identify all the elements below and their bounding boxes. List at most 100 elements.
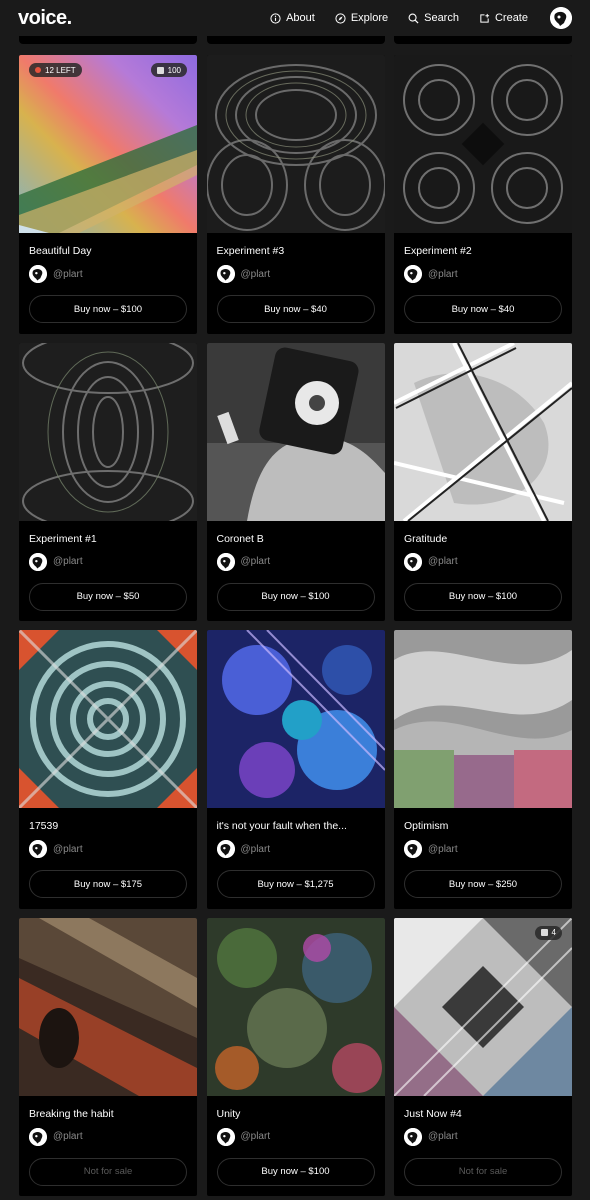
creator-link[interactable]: @plart — [216, 1127, 270, 1146]
remaining-badge-text: 12 LEFT — [45, 65, 76, 75]
creator-avatar — [29, 552, 47, 571]
artwork-card[interactable]: Optimism @plart Buy now – $250 — [394, 630, 572, 909]
artwork-card[interactable]: Gratitude @plart Buy now – $100 — [394, 342, 572, 621]
creator-avatar — [29, 265, 47, 283]
creator-link[interactable]: @plart — [404, 552, 458, 571]
voice-logo[interactable]: voice. — [18, 7, 72, 30]
nav-about-label: About — [286, 12, 315, 24]
creator-link[interactable]: @plart — [216, 265, 270, 283]
creator-handle: @plart — [240, 843, 271, 855]
artwork-card[interactable]: Experiment #3 @plart Buy now – $40 — [206, 55, 385, 334]
artwork-title[interactable]: Just Now #4 — [404, 1108, 562, 1120]
creator-avatar — [404, 1127, 422, 1146]
artwork-title[interactable]: Experiment #1 — [29, 533, 187, 545]
buy-now-button[interactable]: Buy now – $50 — [29, 582, 187, 611]
artwork-image[interactable] — [206, 55, 385, 233]
artwork-card[interactable]: Experiment #2 @plart Buy now – $40 — [394, 55, 572, 334]
artwork-image[interactable]: 12 LEFT 100 — [19, 55, 197, 233]
nav-about[interactable]: About — [270, 12, 315, 24]
artwork-image[interactable] — [19, 342, 197, 521]
previous-row-card-edge — [206, 36, 385, 44]
creator-avatar — [216, 265, 235, 283]
creator-link[interactable]: @plart — [29, 265, 83, 283]
artwork-card[interactable]: Experiment #1 @plart Buy now – $50 — [19, 342, 197, 621]
buy-now-button[interactable]: Buy now – $175 — [29, 870, 187, 898]
creator-link[interactable]: @plart — [29, 1127, 83, 1146]
artwork-title[interactable]: Gratitude — [404, 533, 562, 545]
artwork-grid: 12 LEFT 100 Beautiful Day @plart Buy now… — [19, 55, 572, 1196]
artwork-card[interactable]: 17539 @plart Buy now – $175 — [19, 630, 197, 909]
nav-search[interactable]: Search — [408, 12, 459, 24]
artwork-title[interactable]: Unity — [217, 1108, 375, 1120]
artwork-image[interactable] — [206, 917, 385, 1096]
nav-create-label: Create — [494, 12, 528, 24]
edition-badge: 100 — [150, 63, 187, 77]
main-nav: About Explore Search Create — [270, 12, 528, 24]
creator-handle: @plart — [53, 268, 83, 280]
artwork-title[interactable]: it's not your fault when the... — [217, 820, 375, 832]
remaining-badge: 12 LEFT — [29, 63, 82, 77]
creator-avatar — [29, 840, 47, 858]
artwork-image[interactable] — [394, 55, 572, 233]
not-for-sale-button: Not for sale — [404, 1157, 562, 1186]
creator-link[interactable]: @plart — [29, 552, 83, 571]
creator-link[interactable]: @plart — [29, 840, 83, 858]
artwork-card[interactable]: Unity @plart Buy now – $100 — [206, 917, 385, 1196]
buy-now-button[interactable]: Buy now – $40 — [404, 295, 562, 323]
artwork-title[interactable]: Breaking the habit — [29, 1108, 187, 1120]
buy-now-button[interactable]: Buy now – $1,275 — [216, 870, 375, 898]
artwork-title[interactable]: Optimism — [404, 820, 562, 832]
user-avatar[interactable] — [550, 7, 572, 29]
artwork-image[interactable] — [394, 342, 572, 521]
artwork-image[interactable] — [394, 630, 572, 808]
artwork-card[interactable]: Coronet B @plart Buy now – $100 — [206, 342, 385, 621]
artwork-image[interactable] — [19, 630, 197, 808]
edition-badge: 4 — [534, 925, 562, 940]
buy-now-button[interactable]: Buy now – $100 — [216, 1157, 375, 1186]
creator-avatar — [29, 1127, 47, 1146]
artwork-card[interactable]: 12 LEFT 100 Beautiful Day @plart Buy now… — [19, 55, 197, 334]
creator-handle: @plart — [240, 556, 271, 567]
buy-now-button[interactable]: Buy now – $250 — [404, 870, 562, 898]
artwork-card[interactable]: 4 Just Now #4 @plart Not for sale — [394, 917, 572, 1196]
artwork-title[interactable]: Coronet B — [217, 533, 375, 545]
artwork-image[interactable] — [19, 917, 197, 1096]
creator-link[interactable]: @plart — [216, 552, 271, 571]
creator-handle: @plart — [428, 1131, 458, 1142]
artwork-image[interactable] — [206, 342, 385, 521]
buy-now-button[interactable]: Buy now – $40 — [216, 295, 375, 323]
creator-link[interactable]: @plart — [404, 265, 458, 283]
compass-icon — [335, 12, 346, 24]
creator-handle: @plart — [428, 556, 458, 567]
creator-link[interactable]: @plart — [404, 1127, 458, 1146]
creator-handle: @plart — [428, 843, 458, 855]
artwork-title[interactable]: Experiment #3 — [217, 245, 375, 257]
buy-now-button[interactable]: Buy now – $100 — [216, 582, 375, 611]
artwork-title[interactable]: Experiment #2 — [404, 245, 562, 257]
edition-badge-count: 100 — [167, 65, 181, 75]
creator-avatar — [404, 840, 422, 858]
artwork-card[interactable]: it's not your fault when the... @plart B… — [206, 630, 385, 909]
buy-now-button[interactable]: Buy now – $100 — [404, 582, 562, 611]
artwork-card[interactable]: Breaking the habit @plart Not for sale — [19, 917, 197, 1196]
creator-link[interactable]: @plart — [404, 840, 458, 858]
creator-avatar — [216, 840, 235, 858]
creator-link[interactable]: @plart — [216, 840, 271, 858]
artwork-image[interactable]: 4 — [394, 917, 572, 1096]
buy-now-button[interactable]: Buy now – $100 — [29, 295, 187, 323]
artwork-title[interactable]: Beautiful Day — [29, 245, 187, 257]
edition-icon — [540, 929, 548, 936]
edition-icon — [156, 66, 164, 74]
creator-handle: @plart — [53, 556, 83, 567]
artwork-title[interactable]: 17539 — [29, 820, 187, 832]
create-icon — [480, 13, 490, 23]
search-icon — [408, 13, 419, 24]
creator-avatar — [216, 1127, 235, 1146]
artwork-image[interactable] — [206, 630, 385, 808]
previous-row-card-edge — [19, 36, 197, 44]
creator-avatar — [216, 552, 235, 571]
top-nav-bar: voice. About Explore Search Create — [0, 0, 590, 36]
info-icon — [270, 12, 281, 24]
nav-create[interactable]: Create — [479, 12, 528, 24]
nav-explore[interactable]: Explore — [335, 12, 388, 24]
